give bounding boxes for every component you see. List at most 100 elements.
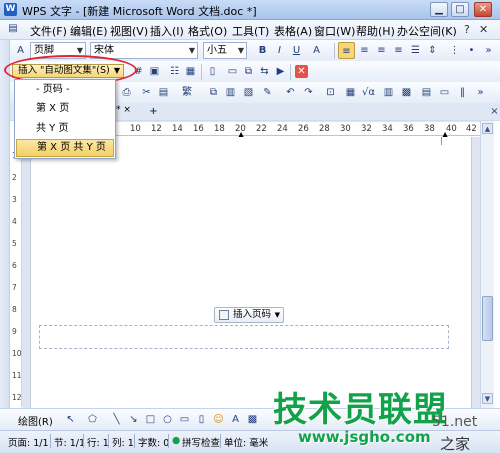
align-right-icon[interactable]: ≡	[373, 42, 390, 59]
align-left-icon[interactable]: ≡	[338, 42, 355, 59]
style-combo[interactable]: 页脚 ▼	[30, 42, 86, 59]
insert-page-count-icon[interactable]: ▣	[146, 63, 163, 80]
page-setup-icon[interactable]: ▯	[204, 63, 221, 80]
minimize-icon[interactable]: ▁	[430, 2, 448, 17]
menu-format[interactable]: 格式(O)	[188, 23, 227, 39]
dropdown-item-page-x[interactable]: 第 X 页	[16, 100, 114, 118]
menu-office-space[interactable]: 办公空间(K)	[397, 23, 457, 39]
ruler-number: 22	[256, 124, 267, 134]
document-page[interactable]: 插入页码 ▼	[30, 137, 472, 408]
menu-edit[interactable]: 编辑(E)	[70, 23, 108, 39]
menu-view[interactable]: 视图(V)	[110, 23, 148, 39]
clip-art-icon[interactable]: ☺	[210, 411, 227, 428]
scroll-up-icon[interactable]: ▲	[482, 123, 493, 134]
status-unit[interactable]: 单位: 毫米	[224, 435, 268, 449]
menu-tools[interactable]: 工具(T)	[232, 23, 269, 39]
text-box-icon[interactable]: ▭	[436, 84, 453, 101]
new-tab-plus-icon[interactable]: +	[145, 103, 162, 120]
print-preview-icon[interactable]: ⎙	[118, 84, 135, 101]
numbering-icon[interactable]: ⋮	[446, 42, 463, 59]
close-header-footer-icon[interactable]: ✕	[295, 65, 308, 78]
formula-icon[interactable]: √α	[360, 84, 377, 101]
menu-bar: ▤ 文件(F) 编辑(E) 视图(V) 插入(I) 格式(O) 工具(T) 表格…	[0, 20, 500, 40]
tab-close-all-icon[interactable]: ×	[486, 103, 500, 120]
footer-region[interactable]	[39, 325, 449, 349]
cut-icon[interactable]: ✂	[138, 84, 155, 101]
insert-page-number-icon[interactable]: #	[130, 63, 147, 80]
line-icon[interactable]: ╲	[108, 411, 125, 428]
rectangle-icon[interactable]: □	[142, 411, 159, 428]
clipboard-icon[interactable]: ▧	[240, 84, 257, 101]
drawing-grid-icon[interactable]: ‖	[454, 84, 471, 101]
maximize-icon[interactable]: □	[451, 2, 469, 17]
align-center-icon[interactable]: ≡	[356, 42, 373, 59]
menu-help-question-icon[interactable]: ?	[464, 23, 470, 36]
show-next-icon[interactable]: ▶	[272, 63, 289, 80]
wps-app-icon[interactable]: W	[4, 3, 17, 16]
wordart-icon[interactable]: A	[227, 411, 244, 428]
autoshapes-icon[interactable]: ⬠	[84, 411, 101, 428]
menu-table[interactable]: 表格(A)	[274, 23, 312, 39]
redo-icon[interactable]: ↷	[300, 84, 317, 101]
text-box-icon[interactable]: ▭	[176, 411, 193, 428]
select-objects-icon[interactable]: ↖	[62, 411, 79, 428]
format-painter-icon[interactable]: ✎	[259, 84, 276, 101]
bullets-icon[interactable]: •	[463, 42, 480, 59]
menu-window[interactable]: 窗口(W)	[314, 23, 355, 39]
menu-close-doc-icon[interactable]: ✕	[479, 23, 488, 36]
copy-icon[interactable]: ⧉	[205, 84, 222, 101]
scrollbar-thumb[interactable]	[482, 296, 493, 341]
switch-header-footer-icon[interactable]: ⇆	[256, 63, 273, 80]
insert-date-icon[interactable]: ▦	[182, 63, 199, 80]
toolbar-overflow-icon[interactable]: »	[472, 84, 489, 101]
page-number-format-icon[interactable]: ☷	[166, 63, 183, 80]
status-row: 行: 1	[87, 438, 109, 449]
picture-icon[interactable]: ▩	[398, 84, 415, 101]
hyperlink-icon[interactable]: ⊡	[322, 84, 339, 101]
insert-picture-icon[interactable]: ▩	[244, 411, 261, 428]
document-menu-icon[interactable]: ▤	[6, 21, 20, 37]
insert-autotext-combo[interactable]: 插入 "自动图文集"(S) ▼	[12, 64, 124, 78]
dropdown-item-page-number[interactable]: - 页码 -	[16, 81, 114, 99]
paste-icon[interactable]: ▤	[155, 84, 172, 101]
italic-icon[interactable]: I	[271, 42, 288, 59]
vruler-number: 2	[12, 173, 17, 182]
menu-help[interactable]: 帮助(H)	[356, 23, 395, 39]
dropdown-item-page-x-of-y[interactable]: 第 X 页 共 Y 页	[16, 139, 114, 157]
text-effect-icon[interactable]: A	[308, 42, 325, 59]
distributed-align-icon[interactable]: ☰	[407, 42, 424, 59]
status-separator	[83, 434, 84, 448]
bold-icon[interactable]: B	[254, 42, 271, 59]
status-section: 节: 1/1	[54, 438, 86, 449]
document-tab-close[interactable]: * ×	[116, 105, 142, 117]
dropdown-item-total-y[interactable]: 共 Y 页	[16, 120, 114, 138]
status-spellcheck[interactable]: 拼写检查	[182, 435, 220, 449]
vertical-scrollbar[interactable]: ▲ ▼	[480, 121, 494, 408]
status-separator	[220, 434, 221, 448]
insert-page-number-button[interactable]: 插入页码 ▼	[214, 307, 284, 323]
vertical-ruler[interactable]: 1 2 3 4 5 6 7 8 9 10 11 12	[10, 137, 22, 407]
same-as-previous-icon[interactable]: ⧉	[240, 63, 257, 80]
vertical-text-box-icon[interactable]: ▯	[193, 411, 210, 428]
font-name-combo[interactable]: 宋体 ▼	[90, 42, 198, 59]
justify-icon[interactable]: ≡	[390, 42, 407, 59]
draw-menu[interactable]: 绘图(R)	[18, 413, 53, 428]
style-pane-icon[interactable]: A	[12, 42, 29, 59]
font-size-combo[interactable]: 小五 ▼	[203, 42, 247, 59]
menu-file[interactable]: 文件(F)	[30, 23, 67, 39]
ellipse-icon[interactable]: ○	[159, 411, 176, 428]
chart-icon[interactable]: ▥	[380, 84, 397, 101]
paste-special-icon[interactable]: ▥	[222, 84, 239, 101]
menu-insert[interactable]: 插入(I)	[150, 23, 184, 39]
show-document-text-icon[interactable]: ▭	[224, 63, 241, 80]
undo-icon[interactable]: ↶	[282, 84, 299, 101]
scroll-down-icon[interactable]: ▼	[482, 393, 493, 404]
close-icon[interactable]: ✕	[474, 2, 492, 17]
arrow-icon[interactable]: ↘	[125, 411, 142, 428]
columns-icon[interactable]: ▤	[418, 84, 435, 101]
traditional-chinese-icon[interactable]: 繁	[175, 84, 199, 101]
underline-icon[interactable]: U	[288, 42, 305, 59]
toolbar-overflow-icon[interactable]: »	[480, 42, 497, 59]
table-icon[interactable]: ▦	[342, 84, 359, 101]
line-spacing-icon[interactable]: ⇕	[424, 42, 441, 59]
